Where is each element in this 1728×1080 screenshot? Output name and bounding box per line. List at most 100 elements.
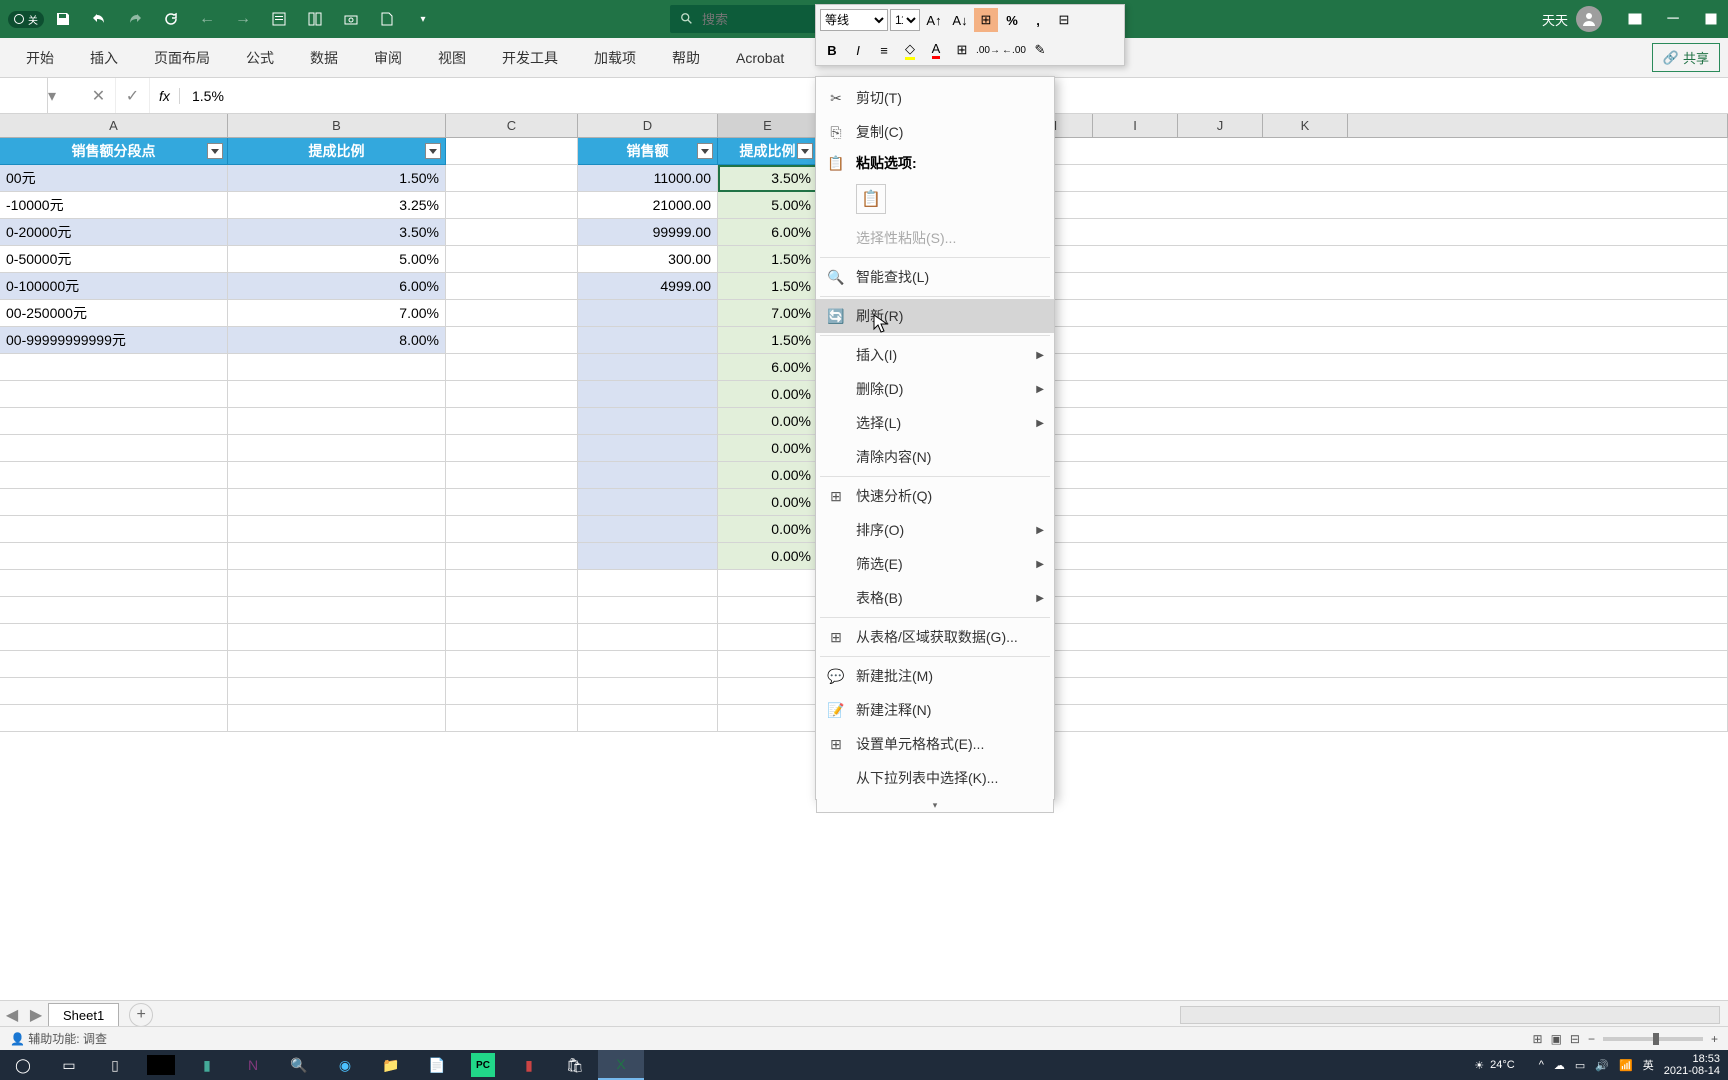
- cell[interactable]: [228, 462, 446, 489]
- ribbon-options-icon[interactable]: [1618, 4, 1652, 34]
- cell[interactable]: [228, 624, 446, 651]
- cell[interactable]: 11000.00: [578, 165, 718, 192]
- context-clear[interactable]: 清除内容(N): [816, 440, 1054, 474]
- cell[interactable]: [228, 435, 446, 462]
- task-msstore[interactable]: 🛍: [552, 1050, 598, 1080]
- fx-icon[interactable]: fx: [150, 88, 180, 104]
- minimize-icon[interactable]: ─: [1656, 4, 1690, 34]
- enter-formula-icon[interactable]: ✓: [116, 78, 150, 113]
- tray-weather[interactable]: ☀ 24°C: [1474, 1059, 1514, 1072]
- maximize-icon[interactable]: [1694, 4, 1728, 34]
- cell[interactable]: 1.50%: [718, 246, 818, 273]
- cell[interactable]: 0.00%: [718, 516, 818, 543]
- context-copy[interactable]: ⎘复制(C): [816, 115, 1054, 149]
- cell[interactable]: [578, 597, 718, 624]
- col-header-rest[interactable]: [1348, 114, 1728, 137]
- cell[interactable]: [446, 624, 578, 651]
- cell[interactable]: [578, 651, 718, 678]
- cell[interactable]: [446, 462, 578, 489]
- filter-icon[interactable]: [425, 143, 441, 159]
- cell[interactable]: [228, 381, 446, 408]
- tab-pagelayout[interactable]: 页面布局: [136, 38, 228, 78]
- cell[interactable]: 99999.00: [578, 219, 718, 246]
- decrease-font-icon[interactable]: A↓: [948, 8, 972, 32]
- task-excel[interactable]: X: [598, 1050, 644, 1080]
- context-refresh[interactable]: 🔄刷新(R): [816, 299, 1054, 333]
- col-header-j[interactable]: J: [1178, 114, 1263, 137]
- cell[interactable]: [578, 381, 718, 408]
- tb-icon-1[interactable]: [262, 4, 296, 34]
- fill-color-icon[interactable]: ◇: [898, 38, 922, 62]
- start-button[interactable]: ◯: [0, 1050, 46, 1080]
- col-header-k[interactable]: K: [1263, 114, 1348, 137]
- active-cell[interactable]: 3.50%: [718, 165, 818, 192]
- repeat-icon[interactable]: [154, 4, 188, 34]
- context-dropdown-pick[interactable]: 从下拉列表中选择(K)...: [816, 761, 1054, 795]
- tray-volume-icon[interactable]: 🔊: [1595, 1059, 1609, 1072]
- tray-chevron-icon[interactable]: ^: [1539, 1059, 1544, 1071]
- qat-more-icon[interactable]: ▾: [406, 4, 440, 34]
- cell[interactable]: [0, 678, 228, 705]
- cell[interactable]: [446, 246, 578, 273]
- cell[interactable]: [446, 705, 578, 732]
- cell[interactable]: 7.00%: [228, 300, 446, 327]
- cell[interactable]: 1.50%: [718, 327, 818, 354]
- context-filter[interactable]: 筛选(E)▶: [816, 547, 1054, 581]
- cell[interactable]: 00-99999999999元: [0, 327, 228, 354]
- col-header-b[interactable]: B: [228, 114, 446, 137]
- cell[interactable]: [446, 381, 578, 408]
- cell[interactable]: [718, 651, 818, 678]
- cell[interactable]: [578, 462, 718, 489]
- italic-icon[interactable]: I: [846, 38, 870, 62]
- sheet-nav-next[interactable]: ▶: [24, 1005, 48, 1025]
- merge-icon[interactable]: ⊞: [974, 8, 998, 32]
- cell[interactable]: [718, 624, 818, 651]
- tab-acrobat[interactable]: Acrobat: [718, 38, 802, 78]
- cell[interactable]: [446, 138, 578, 165]
- filter-icon[interactable]: [797, 143, 813, 159]
- cell[interactable]: [718, 597, 818, 624]
- tb-icon-2[interactable]: [298, 4, 332, 34]
- cell[interactable]: 1.50%: [228, 165, 446, 192]
- task-explorer[interactable]: 📁: [368, 1050, 414, 1080]
- cell[interactable]: [446, 678, 578, 705]
- cell[interactable]: 0.00%: [718, 381, 818, 408]
- cell[interactable]: [578, 516, 718, 543]
- zoom-slider[interactable]: [1603, 1037, 1703, 1041]
- filter-icon[interactable]: [207, 143, 223, 159]
- cell[interactable]: [446, 192, 578, 219]
- cell[interactable]: 0.00%: [718, 435, 818, 462]
- cell[interactable]: [0, 705, 228, 732]
- cell[interactable]: [578, 624, 718, 651]
- cell[interactable]: 1.50%: [718, 273, 818, 300]
- sheet-nav-prev[interactable]: ◀: [0, 1005, 24, 1025]
- cell[interactable]: [228, 651, 446, 678]
- cell[interactable]: [228, 597, 446, 624]
- cell[interactable]: [228, 408, 446, 435]
- cancel-formula-icon[interactable]: ✕: [82, 78, 116, 113]
- tab-insert[interactable]: 插入: [72, 38, 136, 78]
- cell[interactable]: [0, 624, 228, 651]
- name-box-dropdown[interactable]: ▾: [48, 86, 62, 106]
- user-account[interactable]: 天天: [1542, 6, 1602, 32]
- cell[interactable]: [446, 165, 578, 192]
- tab-view[interactable]: 视图: [420, 38, 484, 78]
- tray-cloud-icon[interactable]: ☁: [1554, 1059, 1565, 1072]
- cell[interactable]: [578, 327, 718, 354]
- task-search[interactable]: 🔍: [276, 1050, 322, 1080]
- context-sort[interactable]: 排序(O)▶: [816, 513, 1054, 547]
- cell[interactable]: [228, 489, 446, 516]
- zoom-out-icon[interactable]: −: [1588, 1032, 1595, 1046]
- tab-help[interactable]: 帮助: [654, 38, 718, 78]
- redo-icon[interactable]: [118, 4, 152, 34]
- cell[interactable]: [228, 705, 446, 732]
- cell[interactable]: 300.00: [578, 246, 718, 273]
- cell[interactable]: [446, 651, 578, 678]
- cell[interactable]: 0.00%: [718, 489, 818, 516]
- task-edge[interactable]: ◉: [322, 1050, 368, 1080]
- taskview-icon[interactable]: ▭: [46, 1050, 92, 1080]
- cell[interactable]: 0.00%: [718, 462, 818, 489]
- cell[interactable]: [446, 219, 578, 246]
- cell[interactable]: 4999.00: [578, 273, 718, 300]
- tray-ime[interactable]: 英: [1643, 1057, 1654, 1073]
